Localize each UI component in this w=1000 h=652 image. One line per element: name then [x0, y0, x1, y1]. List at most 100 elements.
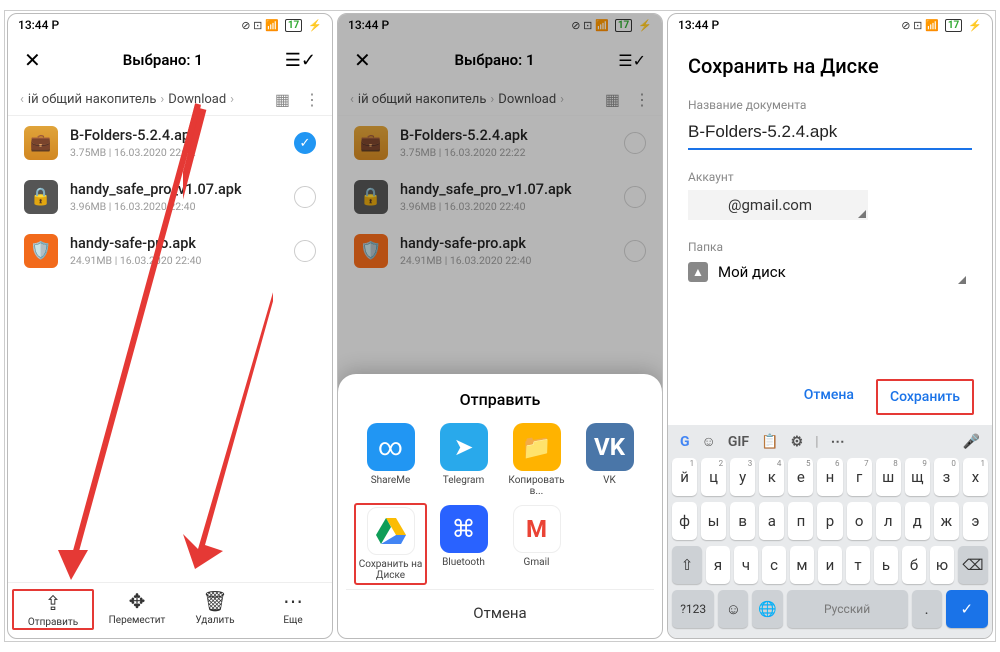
gmail-icon: M [513, 505, 561, 553]
space-key[interactable]: Русский [787, 590, 908, 628]
share-vk[interactable]: VKVK [575, 423, 644, 497]
key-н[interactable]: н6 [817, 458, 842, 496]
breadcrumb[interactable]: ‹ ій общий накопитель› Download› ▦ ⋮ [8, 84, 332, 116]
status-bar: 13:44 P ⊘ ⊡ 📶 17⚡ [8, 14, 332, 36]
phone-screen-2: 13:44 P ⊘ ⊡ 📶 17⚡ ✕Выбрано: 1☰✓ ‹ій общи… [337, 13, 663, 639]
key-а[interactable]: а [759, 502, 784, 540]
apk-icon: 🛡️ [24, 234, 58, 268]
key-й[interactable]: й1 [672, 458, 697, 496]
key-д[interactable]: д [905, 502, 930, 540]
checkbox-selected[interactable]: ✓ [294, 132, 316, 154]
share-icon: ⇪ [45, 591, 62, 615]
more-icon[interactable]: ⋯ [831, 434, 845, 450]
google-icon[interactable]: G [680, 434, 690, 450]
phone-screen-3: 13:44 P ⊘ ⊡ 📶 17⚡ Сохранить на Диске Наз… [667, 13, 993, 639]
shareme-icon: ∞ [367, 423, 415, 471]
key-с[interactable]: с [762, 546, 786, 584]
share-shareme[interactable]: ∞ShareMe [356, 423, 425, 497]
account-field[interactable]: Аккаунт @gmail.com [668, 164, 992, 234]
send-button[interactable]: ⇪ Отправить [12, 589, 94, 630]
keyboard-toolbar: G ☺ GIF 📋 ⚙ | ⋯ 🎤 [672, 431, 988, 458]
key-о[interactable]: о [847, 502, 872, 540]
back-chevron-icon[interactable]: ‹ [20, 92, 24, 107]
clipboard-icon[interactable]: 📋 [761, 434, 778, 450]
file-row[interactable]: 💼 B-Folders-5.2.4.apk 3.75MB | 16.03.202… [8, 116, 332, 170]
key-г[interactable]: г7 [847, 458, 872, 496]
file-name: handy-safe-pro.apk [70, 235, 282, 252]
key-э[interactable]: э [963, 502, 988, 540]
gif-icon[interactable]: GIF [728, 434, 749, 450]
shift-key[interactable]: ⇧ [672, 546, 702, 584]
more-button[interactable]: ⋯ Еще [254, 589, 332, 630]
key-т[interactable]: т [846, 546, 870, 584]
key-ц[interactable]: ц2 [701, 458, 726, 496]
key-у[interactable]: у3 [730, 458, 755, 496]
share-sheet: Отправить ∞ShareMe ➤Telegram 📁Копировать… [338, 374, 662, 638]
period-key[interactable]: . [912, 590, 942, 628]
share-copy[interactable]: 📁Копировать в... [502, 423, 571, 497]
drive-icon [367, 507, 415, 555]
doc-label: Название документа [688, 98, 972, 112]
settings-icon[interactable]: ⚙ [791, 434, 804, 450]
numbers-key[interactable]: ?123 [672, 590, 714, 628]
bluetooth-icon: ⌘ [440, 505, 488, 553]
sticker-icon[interactable]: ☺ [702, 433, 716, 450]
key-м[interactable]: м [790, 546, 814, 584]
key-р[interactable]: р [817, 502, 842, 540]
folder-field[interactable]: Папка ▲Мой диск [668, 234, 992, 300]
select-all-icon[interactable]: ☰✓ [285, 50, 316, 71]
key-ж[interactable]: ж [934, 502, 959, 540]
checkbox[interactable] [294, 240, 316, 262]
key-ф[interactable]: ф [672, 502, 697, 540]
key-ь[interactable]: ь [874, 546, 898, 584]
key-и[interactable]: и [818, 546, 842, 584]
key-з[interactable]: з0 [934, 458, 959, 496]
file-row[interactable]: 🛡️ handy-safe-pro.apk 24.91MB | 16.03.20… [8, 224, 332, 278]
share-google-drive[interactable]: Сохранить на Диске [354, 503, 427, 585]
delete-button[interactable]: 🗑 Удалить [176, 589, 254, 630]
apk-icon: 💼 [24, 126, 58, 160]
mic-icon[interactable]: 🎤 [963, 434, 980, 450]
key-ш[interactable]: ш8 [876, 458, 901, 496]
key-щ[interactable]: щ9 [905, 458, 930, 496]
more-icon[interactable]: ⋮ [304, 90, 320, 109]
key-л[interactable]: л [876, 502, 901, 540]
apk-icon: 🔒 [24, 180, 58, 214]
share-telegram[interactable]: ➤Telegram [429, 423, 498, 497]
save-button[interactable]: Сохранить [876, 379, 974, 415]
key-б[interactable]: б [902, 546, 926, 584]
sheet-cancel-button[interactable]: Отмена [346, 589, 654, 628]
enter-key[interactable]: ✓ [946, 590, 988, 628]
action-bar: ⇪ Отправить ✥ Переместит 🗑 Удалить ⋯ Еще [8, 582, 332, 638]
file-name: B-Folders-5.2.4.apk [70, 127, 282, 144]
close-icon[interactable]: ✕ [24, 48, 41, 72]
move-button[interactable]: ✥ Переместит [98, 589, 176, 630]
sheet-title: Отправить [346, 390, 654, 409]
status-bar: 13:44 P ⊘ ⊡ 📶 17⚡ [668, 14, 992, 36]
emoji-key[interactable]: ☺ [718, 590, 748, 628]
cancel-button[interactable]: Отмена [792, 379, 866, 415]
ellipsis-icon: ⋯ [283, 589, 303, 613]
share-bluetooth[interactable]: ⌘Bluetooth [429, 505, 498, 583]
key-п[interactable]: п [788, 502, 813, 540]
backspace-key[interactable]: ⌫ [958, 546, 988, 584]
key-ч[interactable]: ч [734, 546, 758, 584]
trash-icon: 🗑 [202, 589, 227, 613]
key-х[interactable]: х1 [963, 458, 988, 496]
key-я[interactable]: я [706, 546, 730, 584]
drive-mini-icon: ▲ [688, 262, 708, 282]
checkbox[interactable] [294, 186, 316, 208]
share-gmail[interactable]: MGmail [502, 505, 571, 583]
key-к[interactable]: к4 [759, 458, 784, 496]
file-row[interactable]: 🔒 handy_safe_pro_v1.07.apk 3.96MB | 16.0… [8, 170, 332, 224]
key-е[interactable]: е5 [788, 458, 813, 496]
doc-input[interactable] [688, 118, 972, 150]
key-в[interactable]: в [730, 502, 755, 540]
lang-key[interactable]: 🌐 [752, 590, 782, 628]
document-name-field: Название документа [668, 92, 992, 164]
key-ы[interactable]: ы [701, 502, 726, 540]
key-ю[interactable]: ю [930, 546, 954, 584]
grid-view-icon[interactable]: ▦ [275, 90, 290, 109]
move-icon: ✥ [129, 589, 146, 613]
dialog-actions: Отмена Сохранить [668, 369, 992, 425]
